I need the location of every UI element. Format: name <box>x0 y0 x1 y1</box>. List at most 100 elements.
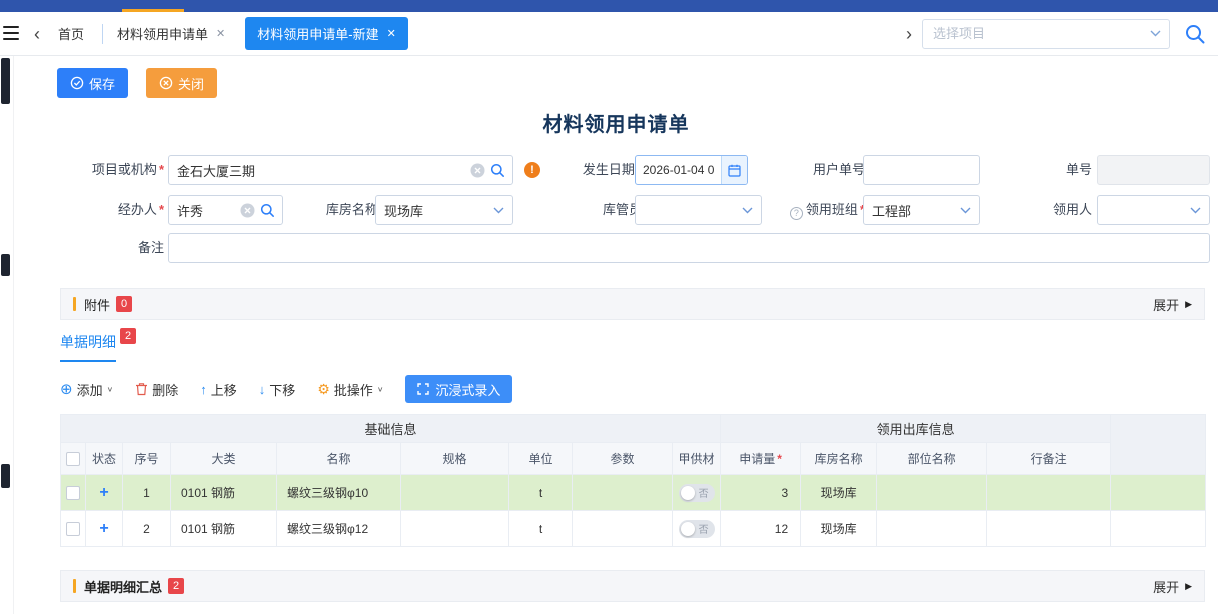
row-remark-cell[interactable] <box>987 475 1111 511</box>
plus-circle-icon: ⊕ <box>60 382 73 397</box>
doc-no-input <box>1098 156 1209 184</box>
menu-icon[interactable] <box>3 26 19 40</box>
new-row-icon: + <box>99 520 108 537</box>
col-row-remark: 行备注 <box>987 443 1111 475</box>
search-icon[interactable] <box>260 203 275 218</box>
row-select-cell <box>61 511 86 547</box>
row-qty-cell[interactable]: 3 <box>721 475 801 511</box>
tabs-scroll-left-icon[interactable]: ‹ <box>24 25 50 43</box>
row-category-cell: 0101 钢筋 <box>171 511 277 547</box>
project-field[interactable] <box>168 155 513 185</box>
page-title: 材料领用申请单 <box>14 108 1218 137</box>
row-category-cell: 0101 钢筋 <box>171 475 277 511</box>
project-select[interactable] <box>922 19 1170 49</box>
add-button[interactable]: ⊕ 添加 ∨ <box>60 380 113 399</box>
tabs-scroll-right-icon[interactable]: › <box>896 25 922 43</box>
col-owner-supplied: 甲供材 <box>673 443 721 475</box>
owner-supplied-toggle[interactable]: 否 <box>679 520 715 538</box>
row-seq-cell: 2 <box>123 511 171 547</box>
search-icon[interactable] <box>1184 23 1206 45</box>
row-warehouse-cell[interactable]: 现场库 <box>801 475 877 511</box>
row-owner-cell: 否 <box>673 475 721 511</box>
row-spec-cell <box>401 475 509 511</box>
immersive-entry-label: 沉浸式录入 <box>435 380 500 399</box>
row-checkbox[interactable] <box>66 486 80 500</box>
clear-icon[interactable] <box>240 203 255 218</box>
col-seq: 序号 <box>123 443 171 475</box>
delete-button[interactable]: 删除 <box>135 380 178 399</box>
user-no-field[interactable] <box>863 155 980 185</box>
close-button-label: 关闭 <box>178 74 204 93</box>
row-remark-cell[interactable] <box>987 511 1111 547</box>
move-up-button[interactable]: ↑ 上移 <box>200 380 237 399</box>
check-circle-icon <box>70 76 84 90</box>
form-row-1: 项目或机构* ! 发生日期* 2026-01-04 0 用户单号 单号 <box>14 155 1218 185</box>
recipient-select[interactable] <box>1097 195 1210 225</box>
row-param-cell <box>573 475 673 511</box>
search-icon[interactable] <box>490 163 505 178</box>
section-accent <box>73 297 76 311</box>
left-rail <box>0 56 14 614</box>
col-warehouse: 库房名称 <box>801 443 877 475</box>
warehouse-select[interactable]: 现场库 <box>375 195 513 225</box>
batch-ops-button[interactable]: ⚙ 批操作 ∨ <box>317 380 383 399</box>
tab-close-icon[interactable]: ✕ <box>387 27 396 40</box>
row-part-cell[interactable] <box>877 511 987 547</box>
table-header-row: 状态 序号 大类 名称 规格 单位 参数 甲供材 申请量* 库房名称 部位名称 … <box>61 443 1206 475</box>
info-icon[interactable]: ! <box>524 162 540 178</box>
tab-close-icon[interactable]: ✕ <box>216 27 225 40</box>
remark-input[interactable] <box>169 234 1209 262</box>
col-param: 参数 <box>573 443 673 475</box>
remark-field[interactable] <box>168 233 1210 263</box>
row-select-cell <box>61 475 86 511</box>
save-button[interactable]: 保存 <box>57 68 128 98</box>
team-select[interactable]: 工程部 <box>863 195 980 225</box>
move-down-button[interactable]: ↓ 下移 <box>259 380 296 399</box>
tab-label: 材料领用申请单-新建 <box>257 24 378 43</box>
warehouse-value: 现场库 <box>384 201 493 220</box>
project-select-input[interactable] <box>933 26 1143 41</box>
date-field[interactable]: 2026-01-04 0 <box>635 155 748 185</box>
project-label: 项目或机构* <box>74 155 164 185</box>
tab-divider <box>102 24 103 44</box>
tab-detail[interactable]: 单据明细 <box>60 332 116 362</box>
row-qty-cell[interactable]: 12 <box>721 511 801 547</box>
row-seq-cell: 1 <box>123 475 171 511</box>
tab-material-request-new[interactable]: 材料领用申请单-新建 ✕ <box>245 17 408 50</box>
row-param-cell <box>573 511 673 547</box>
fullscreen-icon <box>417 383 429 395</box>
row-warehouse-cell[interactable]: 现场库 <box>801 511 877 547</box>
attachments-section: 附件 0 展开 ▶ <box>60 288 1205 320</box>
row-checkbox[interactable] <box>66 522 80 536</box>
detail-count-badge: 2 <box>120 328 136 344</box>
close-button[interactable]: 关闭 <box>146 68 217 98</box>
clear-icon[interactable] <box>470 163 485 178</box>
help-icon[interactable]: ? <box>790 207 803 220</box>
calendar-icon[interactable] <box>721 156 747 184</box>
row-part-cell[interactable] <box>877 475 987 511</box>
summary-expand-button[interactable]: 展开 ▶ <box>1153 577 1192 596</box>
handler-field[interactable] <box>168 195 283 225</box>
detail-table: 基础信息 领用出库信息 状态 序号 大类 名称 规格 单位 参数 甲供材 申请量… <box>60 414 1206 547</box>
gear-icon: ⚙ <box>317 382 330 396</box>
owner-supplied-toggle[interactable]: 否 <box>679 484 715 502</box>
chevron-down-icon <box>960 207 971 214</box>
chevron-down-icon <box>1190 207 1201 214</box>
select-all-checkbox[interactable] <box>66 452 80 466</box>
arrow-down-icon: ↓ <box>259 382 266 397</box>
form-row-3: 备注 <box>14 233 1218 263</box>
project-input[interactable] <box>169 156 512 184</box>
action-toolbar: 保存 关闭 <box>57 68 217 98</box>
attachments-expand-button[interactable]: 展开 ▶ <box>1153 295 1192 314</box>
table-row[interactable]: + 2 0101 钢筋 螺纹三级钢φ12 t 否 12 现场库 <box>61 511 1206 547</box>
close-circle-icon <box>159 76 173 90</box>
table-row[interactable]: + 1 0101 钢筋 螺纹三级钢φ10 t 否 3 现场库 <box>61 475 1206 511</box>
toggle-label: 否 <box>699 521 709 536</box>
tab-home[interactable]: 首页 <box>50 24 102 43</box>
tab-material-request[interactable]: 材料领用申请单 ✕ <box>105 17 237 50</box>
keeper-label: 库管员 <box>562 195 642 225</box>
main-content: 保存 关闭 材料领用申请单 项目或机构* ! 发生日期* 2026-01-04 <box>14 56 1218 614</box>
user-no-input[interactable] <box>864 156 979 184</box>
row-filler-cell <box>1111 511 1206 547</box>
immersive-entry-button[interactable]: 沉浸式录入 <box>405 375 512 403</box>
